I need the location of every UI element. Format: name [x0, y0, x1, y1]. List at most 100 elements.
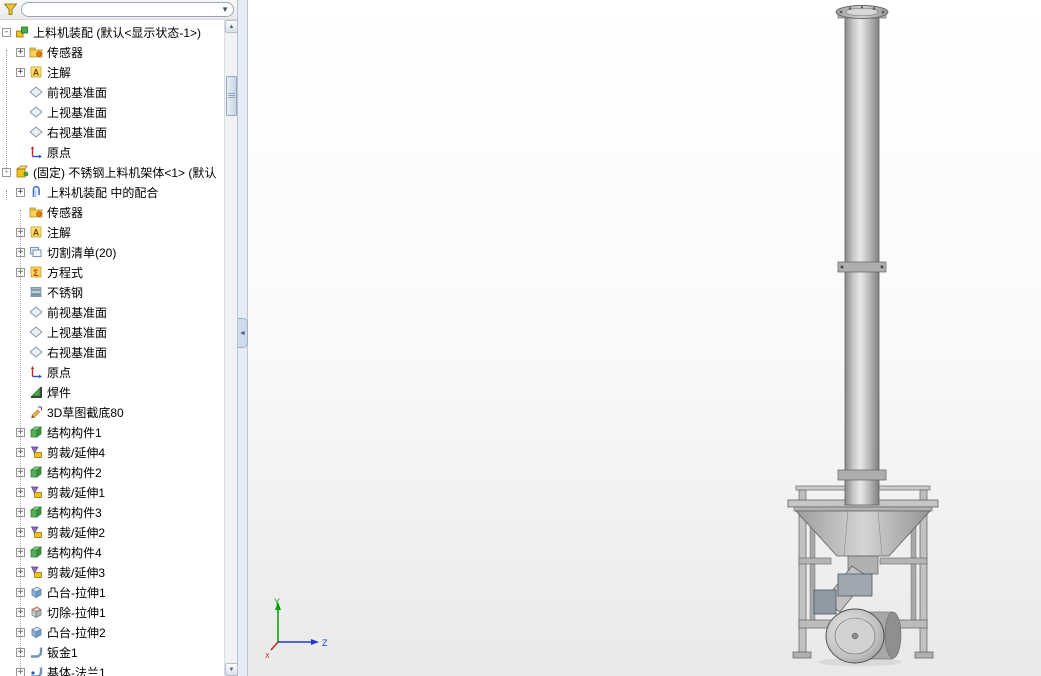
tree-item-label: 结构构件2 — [47, 465, 102, 480]
tree-item[interactable]: + 凸台-拉伸2 — [0, 622, 224, 642]
model-drive-unit[interactable] — [813, 555, 879, 615]
tree-item[interactable]: +3D草图截底80 — [0, 402, 224, 422]
tree-item-label: 上料机装配 中的配合 — [47, 185, 159, 200]
tree-item[interactable]: + 凸台-拉伸1 — [0, 582, 224, 602]
tree-item[interactable]: + 结构构件3 — [0, 502, 224, 522]
annotation-icon: A — [29, 65, 44, 80]
structural-icon — [29, 505, 44, 520]
model-tube[interactable] — [837, 15, 887, 506]
tree-item-label: 钣金1 — [47, 645, 78, 660]
sketch3d-icon — [29, 405, 44, 420]
material-icon — [29, 285, 44, 300]
svg-text:A: A — [33, 67, 40, 77]
solidworks-window: ▼ -上料机装配 (默认<显示状态-1>)+传感器+A注解+前视基准面+上视基准… — [0, 0, 1041, 676]
plane-icon — [29, 305, 44, 320]
tree-item-label: (固定) 不锈钢上料机架体<1> (默认 — [33, 165, 217, 180]
scroll-up-button[interactable]: ▲ — [225, 20, 238, 33]
tree-item-label: 凸台-拉伸2 — [47, 625, 106, 640]
tree-item[interactable]: + 剪裁/延伸2 — [0, 522, 224, 542]
tree-item-label: 前视基准面 — [47, 85, 108, 100]
tree-item-label: 右视基准面 — [47, 125, 108, 140]
tree-item[interactable]: + 切割清单(20) — [0, 242, 224, 262]
trim-icon — [29, 525, 44, 540]
tree-item[interactable]: + 钣金1 — [0, 642, 224, 662]
tree-item-label: 原点 — [47, 365, 72, 380]
collapse-toggle[interactable]: - — [2, 27, 11, 37]
tree-item-label: 原点 — [47, 145, 72, 160]
tree-item[interactable]: +原点 — [0, 362, 224, 382]
tree-item-label: 凸台-拉伸1 — [47, 585, 106, 600]
tree-item-label: 剪裁/延伸3 — [47, 565, 106, 580]
scrollbar-thumb[interactable] — [226, 76, 237, 116]
tree-item[interactable]: +上视基准面 — [0, 322, 224, 342]
triad-z-label: Z — [322, 638, 328, 648]
structural-icon — [29, 465, 44, 480]
model-motor-drum[interactable] — [818, 608, 902, 666]
tree-item[interactable]: +焊件 — [0, 382, 224, 402]
tree-item[interactable]: + A 注解 — [0, 222, 224, 242]
tree-item-label: 不锈钢 — [47, 285, 84, 300]
expand-toggle[interactable]: + — [16, 67, 25, 77]
tree-item[interactable]: +上视基准面 — [0, 102, 224, 122]
tree-item[interactable]: + 基体-法兰1 — [0, 662, 224, 676]
tree-item[interactable]: + 结构构件4 — [0, 542, 224, 562]
tree-item-label: 方程式 — [47, 265, 84, 280]
plane-icon — [29, 85, 44, 100]
tree-item[interactable]: +右视基准面 — [0, 342, 224, 362]
filter-funnel-icon[interactable] — [3, 2, 18, 17]
structural-icon — [29, 545, 44, 560]
scroll-down-button[interactable]: ▼ — [225, 663, 238, 676]
boss-icon — [29, 625, 44, 640]
graphics-viewport[interactable]: Y Z X — [248, 0, 1041, 676]
model-top-flange[interactable] — [835, 5, 889, 19]
tree-item-label: 前视基准面 — [47, 305, 108, 320]
cutlist-icon — [29, 245, 44, 260]
sheetmetal-icon — [29, 645, 44, 660]
model-screw-feeder[interactable] — [248, 0, 1040, 676]
tree-item[interactable]: +前视基准面 — [0, 302, 224, 322]
tree-item-label: 3D草图截底80 — [47, 405, 124, 420]
origin-icon — [29, 145, 44, 160]
sensor-icon — [29, 45, 44, 60]
plane-icon — [29, 325, 44, 340]
triad-y-label: Y — [274, 597, 280, 607]
tree-guide — [6, 50, 7, 170]
tree-item[interactable]: + 结构构件2 — [0, 462, 224, 482]
tree-scrollbar[interactable]: ▲ ▼ — [224, 20, 238, 676]
tree-item-label: 切割清单(20) — [47, 245, 117, 260]
expand-toggle[interactable]: + — [16, 47, 25, 57]
tree-item[interactable]: - 上料机装配 (默认<显示状态-1>) — [0, 22, 224, 42]
tree-item[interactable]: + 上料机装配 中的配合 — [0, 182, 224, 202]
tree-item[interactable]: + 剪裁/延伸3 — [0, 562, 224, 582]
assembly-icon — [15, 25, 30, 40]
panel-toolbar: ▼ — [0, 0, 237, 20]
chevron-down-icon: ▼ — [221, 4, 229, 14]
tree-item[interactable]: + 切除-拉伸1 — [0, 602, 224, 622]
tree-item-label: 剪裁/延伸1 — [47, 485, 106, 500]
panel-collapse-button[interactable]: ◄ — [238, 318, 248, 348]
tree-item-label: 结构构件4 — [47, 545, 102, 560]
tree-item[interactable]: +不锈钢 — [0, 282, 224, 302]
sensor-icon — [29, 205, 44, 220]
tree-item[interactable]: +右视基准面 — [0, 122, 224, 142]
tree-item[interactable]: + Σ 方程式 — [0, 262, 224, 282]
plane-icon — [29, 105, 44, 120]
baseflange-icon — [29, 665, 44, 676]
triad-x-label: X — [265, 653, 270, 660]
feature-tree: -上料机装配 (默认<显示状态-1>)+传感器+A注解+前视基准面+上视基准面+… — [0, 20, 224, 676]
panel-splitter[interactable]: ◄ — [238, 0, 248, 676]
trim-icon — [29, 565, 44, 580]
tree-item[interactable]: +传感器 — [0, 42, 224, 62]
tree-item[interactable]: +传感器 — [0, 202, 224, 222]
tree-item[interactable]: +前视基准面 — [0, 82, 224, 102]
tree-item[interactable]: +原点 — [0, 142, 224, 162]
expand-toggle[interactable]: + — [16, 187, 25, 197]
tree-item[interactable]: + 结构构件1 — [0, 422, 224, 442]
trim-icon — [29, 485, 44, 500]
filter-dropdown[interactable]: ▼ — [21, 2, 234, 17]
tree-item[interactable]: + 剪裁/延伸4 — [0, 442, 224, 462]
equations-icon: Σ — [29, 265, 44, 280]
tree-item[interactable]: + A 注解 — [0, 62, 224, 82]
tree-item[interactable]: + 剪裁/延伸1 — [0, 482, 224, 502]
tree-item[interactable]: - (固定) 不锈钢上料机架体<1> (默认 — [0, 162, 224, 182]
